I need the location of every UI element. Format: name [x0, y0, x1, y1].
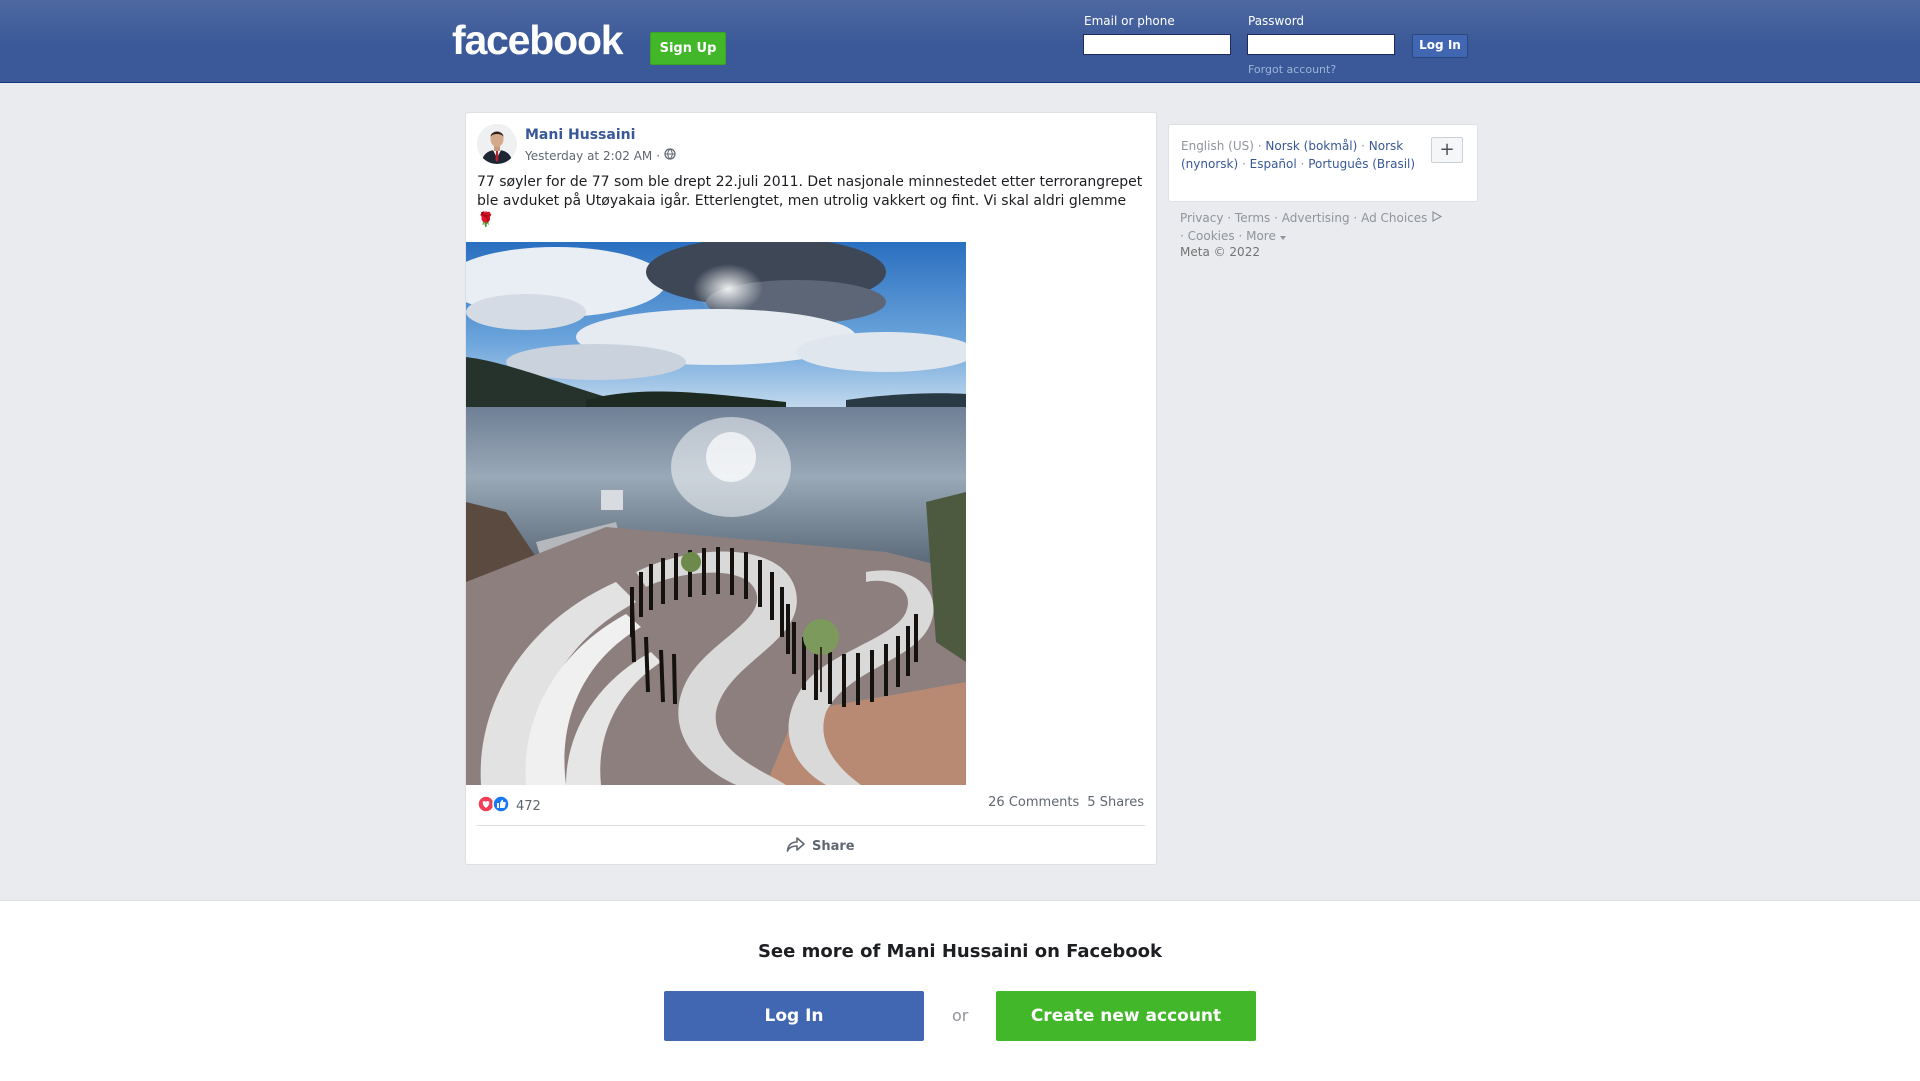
- footer-link-ad-choices[interactable]: Ad Choices: [1361, 210, 1443, 225]
- footer-link-advertising[interactable]: Advertising: [1282, 211, 1350, 225]
- post-message: 77 søyler for de 77 som ble drept 22.jul…: [477, 174, 1143, 209]
- post-photo[interactable]: [466, 242, 966, 785]
- copyright: Meta © 2022: [1180, 245, 1260, 259]
- action-divider: [477, 825, 1145, 826]
- reaction-count: 472: [516, 798, 541, 814]
- reactions-summary[interactable]: 472: [477, 795, 541, 817]
- language-option[interactable]: Norsk (bokmål): [1265, 139, 1357, 153]
- facebook-logo[interactable]: facebook: [452, 20, 624, 61]
- post-card: Mani Hussaini Yesterday at 2:02 AM · 77 …: [465, 112, 1157, 865]
- language-selector: English (US) · Norsk (bokmål) · Norsk (n…: [1168, 124, 1478, 202]
- more-languages-button[interactable]: +: [1431, 137, 1463, 163]
- share-label: Share: [812, 838, 855, 854]
- email-field-wrap: [1083, 34, 1231, 56]
- create-account-button[interactable]: Create new account: [996, 991, 1256, 1041]
- or-separator: or: [952, 1006, 969, 1025]
- header-login-button[interactable]: Log In: [1412, 34, 1468, 58]
- avatar[interactable]: [477, 124, 517, 164]
- language-option[interactable]: Español: [1250, 157, 1297, 171]
- login-prompt-banner: See more of Mani Hussaini on Facebook Lo…: [0, 900, 1920, 1081]
- shares-count-link[interactable]: 5 Shares: [1087, 795, 1144, 810]
- email-field[interactable]: [1084, 36, 1230, 56]
- meta-separator: ·: [656, 148, 661, 163]
- caret-down-icon: [1279, 229, 1286, 243]
- password-field[interactable]: [1248, 36, 1394, 56]
- post-timestamp[interactable]: Yesterday at 2:02 AM: [525, 149, 652, 163]
- share-button[interactable]: Share: [786, 835, 855, 857]
- password-field-wrap: [1247, 34, 1395, 56]
- post-author-link[interactable]: Mani Hussaini: [525, 127, 635, 143]
- post-meta: Yesterday at 2:02 AM ·: [525, 148, 676, 163]
- rose-emoji: 🌹: [477, 212, 495, 228]
- login-button[interactable]: Log In: [664, 991, 924, 1041]
- footer-links: Privacy · Terms · Advertising · Ad Choic…: [1180, 209, 1480, 245]
- ad-choices-icon: [1431, 210, 1443, 225]
- password-label: Password: [1248, 14, 1305, 28]
- language-list: English (US) · Norsk (bokmål) · Norsk (n…: [1181, 139, 1416, 171]
- footer-link-more[interactable]: More: [1246, 229, 1286, 243]
- post-text: 77 søyler for de 77 som ble drept 22.jul…: [477, 173, 1149, 230]
- email-label: Email or phone: [1084, 14, 1175, 28]
- footer-link-cookies[interactable]: Cookies: [1188, 229, 1235, 243]
- globe-icon: [664, 148, 676, 163]
- like-reaction-icon: [492, 795, 510, 817]
- language-option[interactable]: Português (Brasil): [1308, 157, 1415, 171]
- forgot-account-link[interactable]: Forgot account?: [1248, 63, 1336, 76]
- share-icon: [786, 835, 806, 857]
- signup-button[interactable]: Sign Up: [650, 32, 726, 65]
- banner-title: See more of Mani Hussaini on Facebook: [757, 941, 1163, 962]
- comments-count-link[interactable]: 26 Comments: [988, 795, 1079, 810]
- footer-link-privacy[interactable]: Privacy: [1180, 211, 1223, 225]
- current-language: English (US): [1181, 139, 1254, 153]
- footer-link-terms[interactable]: Terms: [1235, 211, 1270, 225]
- post-stats: 26 Comments 5 Shares: [988, 795, 1144, 810]
- top-navbar: facebook Sign Up Email or phone Password…: [0, 0, 1920, 83]
